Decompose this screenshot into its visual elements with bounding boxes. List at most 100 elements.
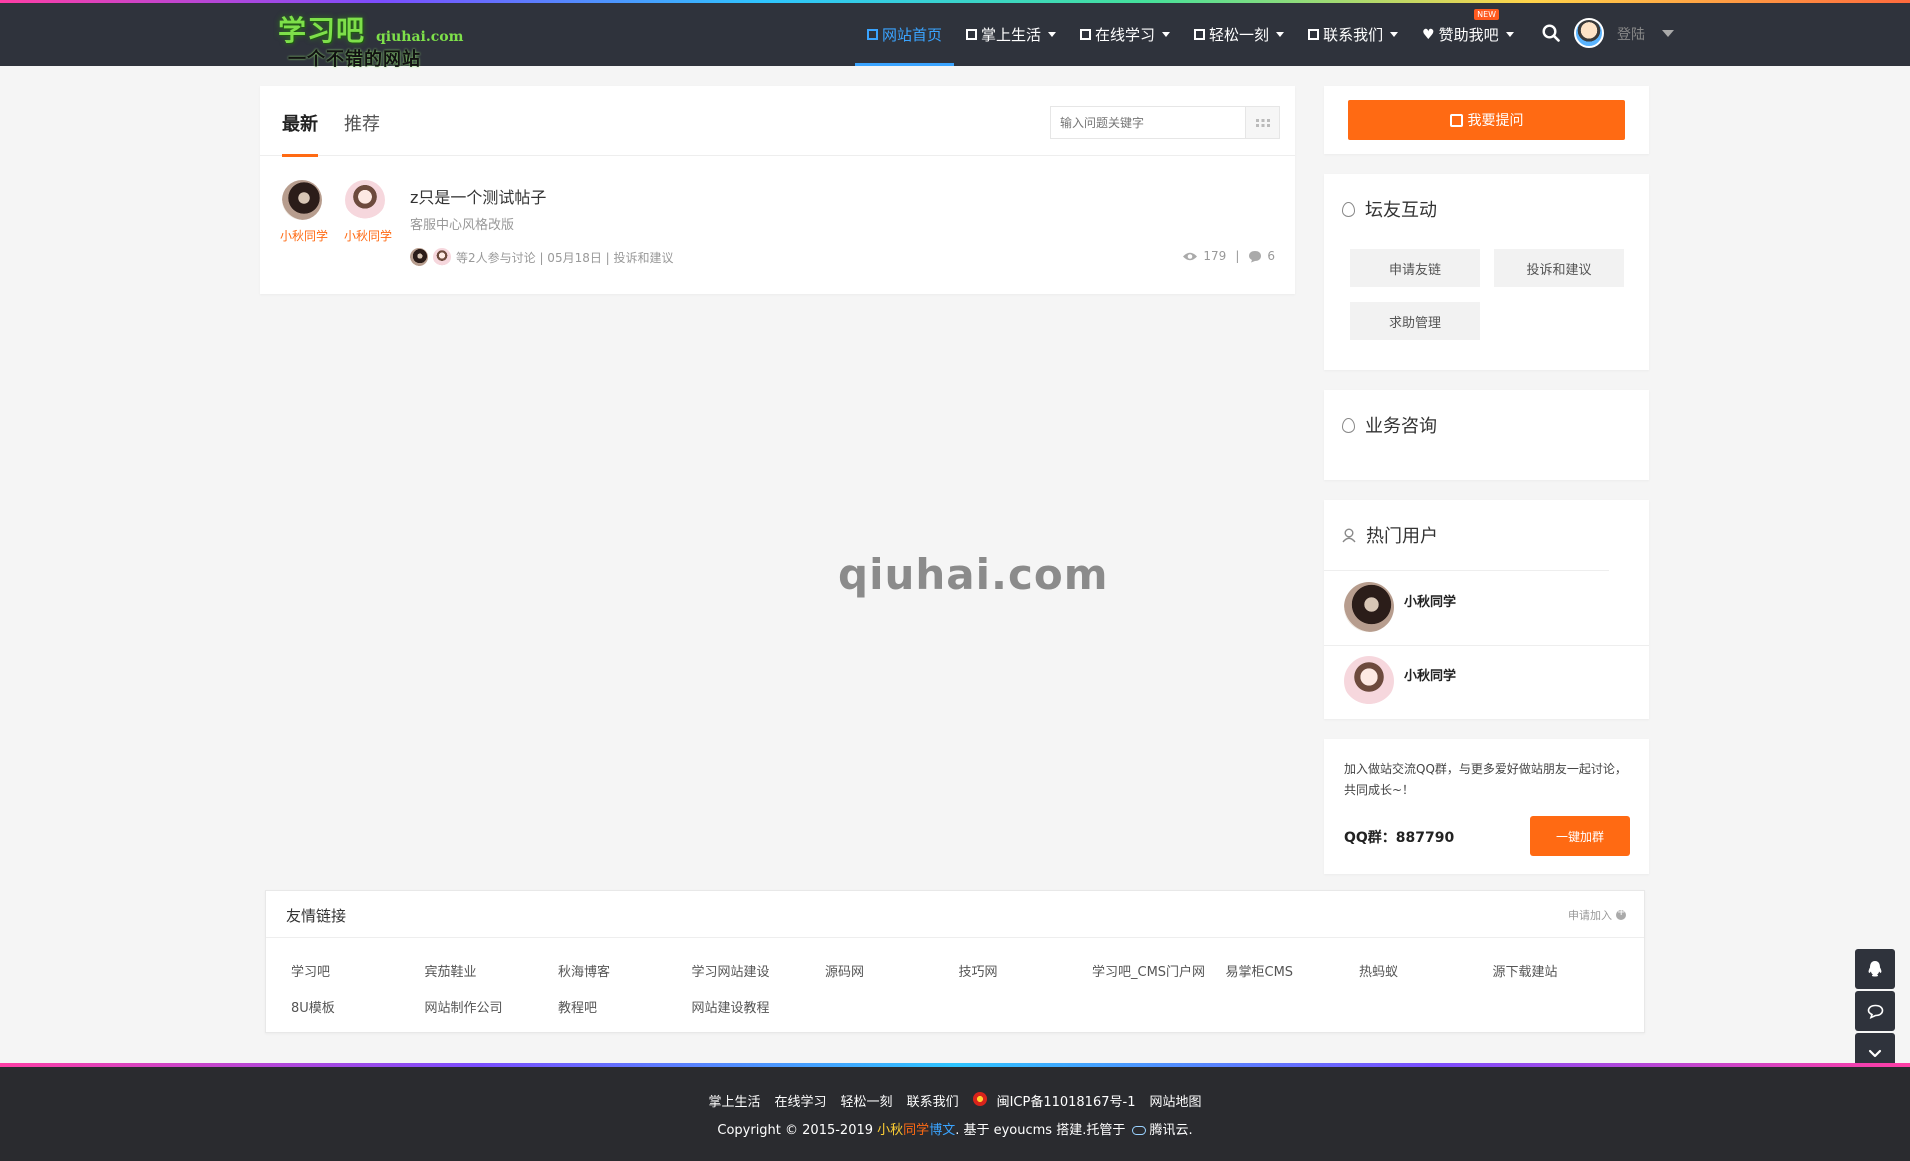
- post-title[interactable]: z只是一个测试帖子: [410, 184, 546, 208]
- site-logo[interactable]: 学习吧 qiuhai.com 一个不错的网站: [278, 7, 468, 70]
- nav-item-home[interactable]: 网站首页: [855, 3, 955, 66]
- stats-separator: |: [1235, 249, 1240, 263]
- post-excerpt: 客服中心风格改版: [410, 218, 515, 233]
- brand-part-c[interactable]: 博文: [929, 1123, 955, 1138]
- friend-link[interactable]: 易掌柜CMS: [1226, 961, 1294, 980]
- apply-join-label: 申请加入: [1568, 909, 1612, 922]
- author-name[interactable]: 小秋同学: [344, 227, 392, 244]
- friend-link[interactable]: 学习吧_CMS门户网: [1092, 961, 1205, 980]
- author-name[interactable]: 小秋同学: [280, 227, 328, 244]
- national-emblem-icon: [972, 1092, 987, 1106]
- post-tabs: 最新 推荐: [260, 86, 1295, 157]
- friend-link[interactable]: 教程吧: [558, 997, 597, 1016]
- login-link[interactable]: 登陆: [1617, 24, 1645, 44]
- hot-users-title-text: 热门用户: [1366, 526, 1438, 547]
- qq-group-card: 加入做站交流QQ群，与更多爱好做站朋友一起讨论，共同成长~！ QQ群：88779…: [1324, 739, 1649, 874]
- footer-link[interactable]: 轻松一刻: [841, 1091, 893, 1110]
- brand-part-a[interactable]: 小秋: [877, 1123, 903, 1138]
- host-name[interactable]: 腾讯云.: [1149, 1123, 1192, 1138]
- copyright-prefix: Copyright © 2015-2019: [717, 1123, 878, 1138]
- nav-item-study[interactable]: 在线学习: [1068, 3, 1182, 66]
- nav-label: 赞助我吧: [1438, 26, 1499, 44]
- help-admin-chip[interactable]: 求助管理: [1350, 302, 1480, 340]
- nav-item-life[interactable]: 掌上生活: [954, 3, 1068, 66]
- footer-link[interactable]: 在线学习: [775, 1091, 827, 1110]
- nav-item-sponsor[interactable]: ♥ 赞助我吧 NEW: [1410, 3, 1526, 66]
- nav-label: 网站首页: [882, 26, 943, 44]
- post-meta: 等2人参与讨论 | 05月18日 | 投诉和建议: [410, 247, 674, 267]
- business-title-text: 业务咨询: [1365, 416, 1437, 437]
- tab-latest[interactable]: 最新: [282, 110, 318, 136]
- chevron-down-icon: [1162, 32, 1171, 37]
- grid-menu-icon[interactable]: [1245, 107, 1279, 138]
- footer-link[interactable]: 联系我们: [907, 1091, 959, 1110]
- flame-icon: [1342, 201, 1355, 217]
- ask-button-label: 我要提问: [1467, 113, 1524, 129]
- friend-link[interactable]: 秋海博客: [558, 961, 610, 980]
- nav-item-contact[interactable]: 联系我们: [1296, 3, 1410, 66]
- user-avatar[interactable]: [1574, 18, 1604, 48]
- copyright: Copyright © 2015-2019 小秋同学博文. 基于 eyoucms…: [0, 1119, 1910, 1138]
- friend-link[interactable]: 8U模板: [291, 997, 335, 1016]
- business-consult-card: 业务咨询: [1324, 390, 1649, 480]
- nav-item-relax[interactable]: 轻松一刻: [1182, 3, 1296, 66]
- friend-links-title: 友情链接: [286, 907, 347, 925]
- friend-link[interactable]: 源下载建站: [1493, 961, 1558, 980]
- icp-link[interactable]: 闽ICP备11018167号-1: [972, 1091, 1135, 1110]
- qq-group-number: QQ群：887790: [1344, 830, 1455, 846]
- friend-link[interactable]: 宾茄鞋业: [425, 961, 477, 980]
- qq-float-button[interactable]: [1855, 949, 1895, 989]
- friend-link[interactable]: 源码网: [825, 961, 864, 980]
- apply-join-link[interactable]: 申请加入: [1568, 907, 1626, 923]
- nav-square-icon: [867, 29, 878, 40]
- post-stats: 179 | 6: [1182, 249, 1275, 263]
- tab-recommended[interactable]: 推荐: [344, 110, 380, 136]
- friend-link[interactable]: 学习网站建设: [692, 961, 770, 980]
- nav-square-icon: [1080, 29, 1092, 40]
- brand-part-b[interactable]: 同学: [903, 1123, 929, 1138]
- copyright-suffix: . 基于 eyoucms 搭建.托管于: [955, 1123, 1130, 1138]
- friend-link[interactable]: 网站建设教程: [692, 997, 770, 1016]
- forum-interaction-card: 坛友互动 申请友链 投诉和建议 求助管理: [1324, 174, 1649, 370]
- nav-label: 轻松一刻: [1209, 26, 1270, 44]
- flame-icon: [1342, 417, 1355, 433]
- eye-icon: [1183, 252, 1198, 260]
- friend-link[interactable]: 学习吧: [291, 961, 330, 980]
- ask-question-button[interactable]: 我要提问: [1348, 100, 1625, 140]
- hot-users-title: 热门用户: [1342, 522, 1438, 548]
- hot-user-avatar[interactable]: [1344, 656, 1394, 706]
- friend-link[interactable]: 网站制作公司: [425, 997, 503, 1016]
- participant-avatar[interactable]: [433, 248, 451, 266]
- chevron-down-icon: [1048, 32, 1057, 37]
- chevron-down-icon: [1390, 32, 1399, 37]
- hot-user-name[interactable]: 小秋同学: [1404, 591, 1456, 610]
- cloud-icon: [1132, 1126, 1147, 1135]
- logo-main: 学习吧: [278, 14, 366, 47]
- participant-avatar[interactable]: [410, 248, 428, 266]
- forum-title: 坛友互动: [1342, 196, 1437, 222]
- complaint-chip[interactable]: 投诉和建议: [1494, 249, 1624, 287]
- message-float-button[interactable]: [1855, 991, 1895, 1031]
- forum-title-text: 坛友互动: [1365, 200, 1437, 221]
- sitemap-link[interactable]: 网站地图: [1149, 1091, 1201, 1110]
- friend-link[interactable]: 技巧网: [959, 961, 998, 980]
- friend-link[interactable]: 热蚂蚁: [1359, 961, 1398, 980]
- hot-users-card: 热门用户 小秋同学 小秋同学: [1324, 500, 1649, 719]
- comment-count: 6: [1267, 249, 1275, 263]
- author-avatar[interactable]: [282, 180, 322, 220]
- question-search-input[interactable]: [1051, 107, 1246, 138]
- post-item[interactable]: 小秋同学 小秋同学 z只是一个测试帖子 客服中心风格改版 等2人参与讨论 | 0…: [260, 157, 1295, 294]
- chevron-down-icon[interactable]: [1662, 30, 1674, 37]
- apply-link-chip[interactable]: 申请友链: [1350, 249, 1480, 287]
- main-nav: 网站首页 掌上生活 在线学习 轻松一刻 联系我们 ♥ 赞助我吧 NEW: [855, 3, 1526, 66]
- logo-slogan: 一个不错的网站: [288, 49, 421, 70]
- join-group-button[interactable]: 一键加群: [1530, 816, 1630, 856]
- footer: 掌上生活 在线学习 轻松一刻 联系我们 闽ICP备11018167号-1 网站地…: [0, 1067, 1910, 1161]
- hot-user-avatar[interactable]: [1344, 582, 1394, 632]
- hot-user-name[interactable]: 小秋同学: [1404, 665, 1456, 684]
- footer-link[interactable]: 掌上生活: [709, 1091, 761, 1110]
- hot-user-row[interactable]: 小秋同学: [1324, 645, 1649, 719]
- hot-user-row[interactable]: 小秋同学: [1324, 571, 1649, 645]
- search-icon[interactable]: [1542, 24, 1560, 42]
- author-avatar[interactable]: [345, 180, 385, 220]
